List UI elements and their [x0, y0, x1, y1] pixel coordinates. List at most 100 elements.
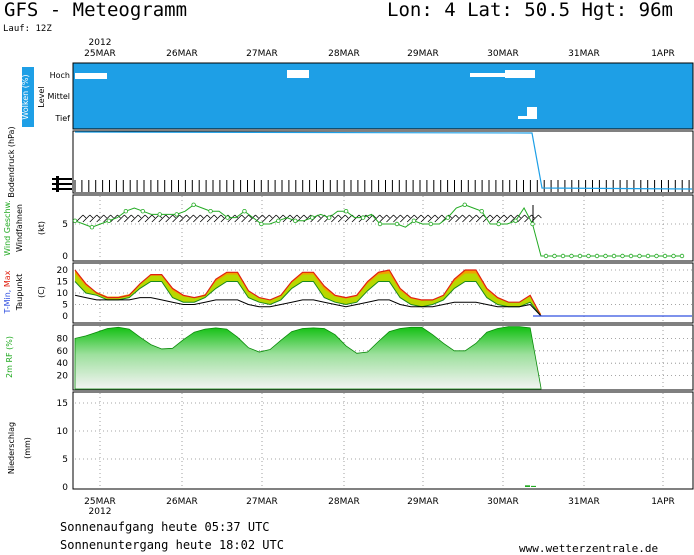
wind-point	[411, 218, 417, 223]
y-tick-label: 60	[57, 347, 69, 357]
wind-point	[293, 218, 298, 223]
wind-point	[225, 215, 230, 220]
date-label-top: 26MAR	[166, 49, 198, 59]
wind-point	[89, 224, 95, 230]
wind-frame	[72, 194, 694, 262]
date-label-top: 27MAR	[246, 49, 278, 59]
wind-point	[543, 253, 549, 259]
cloud-level-axis-label: Level	[37, 86, 46, 107]
y-tick-label: 5	[62, 455, 68, 465]
cloud-block	[470, 73, 510, 77]
wind-point	[326, 215, 332, 220]
wind-point	[377, 221, 383, 227]
year-label-bottom: 2012	[89, 507, 112, 517]
wind-point	[679, 253, 685, 259]
bottom-date-labels: 25MAR 26MAR 27MAR 28MAR 29MAR 30MAR 31MAR 1APR	[84, 497, 675, 507]
wind-point	[637, 253, 642, 259]
wind-point	[552, 253, 557, 259]
dewpoint-axis-label: Taupunkt	[15, 274, 24, 312]
wind-point	[654, 253, 659, 259]
cloud-level-tief: Tief	[54, 114, 70, 123]
wind-point	[496, 221, 501, 227]
wind-point	[645, 253, 651, 259]
date-label-bottom: 26MAR	[166, 497, 198, 507]
date-label-bottom: 1APR	[651, 497, 675, 507]
cloud-axis-label: Wolken (%)	[21, 74, 30, 119]
y-tick-label: 0	[62, 252, 68, 262]
pressure-axis-label: Bodendruck (hPa)	[7, 126, 16, 197]
y-tick-label: 10	[57, 427, 69, 437]
date-label-bottom: 30MAR	[487, 497, 519, 507]
wind-point	[513, 218, 518, 223]
wind-point	[72, 218, 78, 223]
wind-point	[191, 202, 196, 207]
wind-point	[577, 253, 583, 259]
date-label-bottom: 29MAR	[407, 497, 439, 507]
wind-point	[428, 221, 434, 227]
year-label-top: 2012	[89, 38, 112, 48]
wind-point	[530, 221, 535, 227]
top-date-labels: 25MAR 26MAR 27MAR 28MAR 29MAR 30MAR 31MAR 1APR	[84, 49, 675, 59]
y-tick-label: 5	[62, 220, 68, 230]
humidity-axis-label: 2m RF (%)	[5, 336, 14, 378]
y-tick-label: 10	[57, 289, 69, 299]
precip-unit-label: (mm)	[23, 437, 32, 459]
wind-point	[594, 253, 600, 259]
wind-point	[569, 253, 574, 259]
sunset-text: Sonnenuntergang heute 18:02 UTC	[60, 538, 284, 552]
wind-unit-label: (kt)	[37, 221, 46, 235]
wind-panel: 05 Wind Geschw. Windfahnen (kt)	[3, 194, 694, 262]
meteogram-chart: 2012 25MAR 26MAR 27MAR 28MAR 29MAR 30MAR 31MAR…	[3, 38, 694, 517]
site-credit: www.wetterzentrale.de	[519, 542, 659, 555]
date-label-bottom: 31MAR	[568, 497, 600, 507]
y-tick-label: 0	[62, 312, 68, 322]
wind-point	[479, 208, 484, 214]
cloud-panel: Wolken (%) Level Hoch Mittel Tief	[21, 62, 694, 130]
wind-point	[242, 208, 247, 214]
precipitation-frame	[72, 391, 694, 490]
wind-axis-label: Wind Geschw.	[3, 200, 12, 256]
temperature-y-ticks: 05 1015 20	[57, 266, 69, 322]
cloud-level-hoch: Hoch	[50, 71, 70, 80]
y-tick-label: 40	[57, 359, 69, 369]
y-tick-label: 15	[57, 399, 68, 409]
wind-point	[586, 253, 591, 259]
pressure-frame	[72, 130, 694, 194]
sunrise-text: Sonnenaufgang heute 05:37 UTC	[60, 520, 270, 534]
cloud-level-mittel: Mittel	[47, 92, 70, 101]
precip-bar	[525, 485, 530, 487]
date-label-top: 25MAR	[84, 49, 116, 59]
temp-axis-label: T-Min, Max	[3, 270, 12, 314]
y-tick-label: 5	[62, 301, 68, 311]
date-label-top: 30MAR	[487, 49, 519, 59]
wind-point	[611, 253, 617, 259]
wind-point	[140, 208, 145, 214]
date-label-top: 31MAR	[568, 49, 600, 59]
wind-point	[560, 253, 566, 259]
wind-point	[620, 253, 625, 259]
date-label-top: 29MAR	[407, 49, 439, 59]
cloud-block	[518, 116, 527, 119]
wind-point	[310, 215, 315, 220]
wind-point	[157, 212, 162, 217]
cloud-block	[287, 70, 309, 78]
cloud-background	[72, 62, 694, 130]
wind-point	[603, 253, 608, 259]
date-label-top: 1APR	[651, 49, 675, 59]
date-label-bottom: 27MAR	[246, 497, 278, 507]
precip-axis-label: Niederschlag	[7, 422, 16, 474]
y-tick-label: 15	[57, 278, 68, 288]
wind-point	[343, 208, 349, 214]
wind-point	[360, 215, 366, 220]
wind-point	[394, 221, 400, 227]
date-label-bottom: 25MAR	[84, 497, 116, 507]
temperature-panel: 05 1015 20 T-Min, Max Taupunkt (C)	[3, 262, 694, 324]
y-tick-label: 20	[57, 266, 69, 276]
precip-bar	[531, 485, 536, 487]
wind-y-ticks: 05	[62, 220, 68, 262]
humidity-y-ticks: 20 40 60 80	[57, 334, 69, 381]
pressure-legend-bars	[52, 176, 72, 192]
precipitation-y-ticks: 0 5 10 15	[57, 399, 69, 493]
humidity-panel: 20 40 60 80 2m RF (%)	[5, 324, 694, 391]
y-tick-label: 80	[57, 334, 69, 344]
